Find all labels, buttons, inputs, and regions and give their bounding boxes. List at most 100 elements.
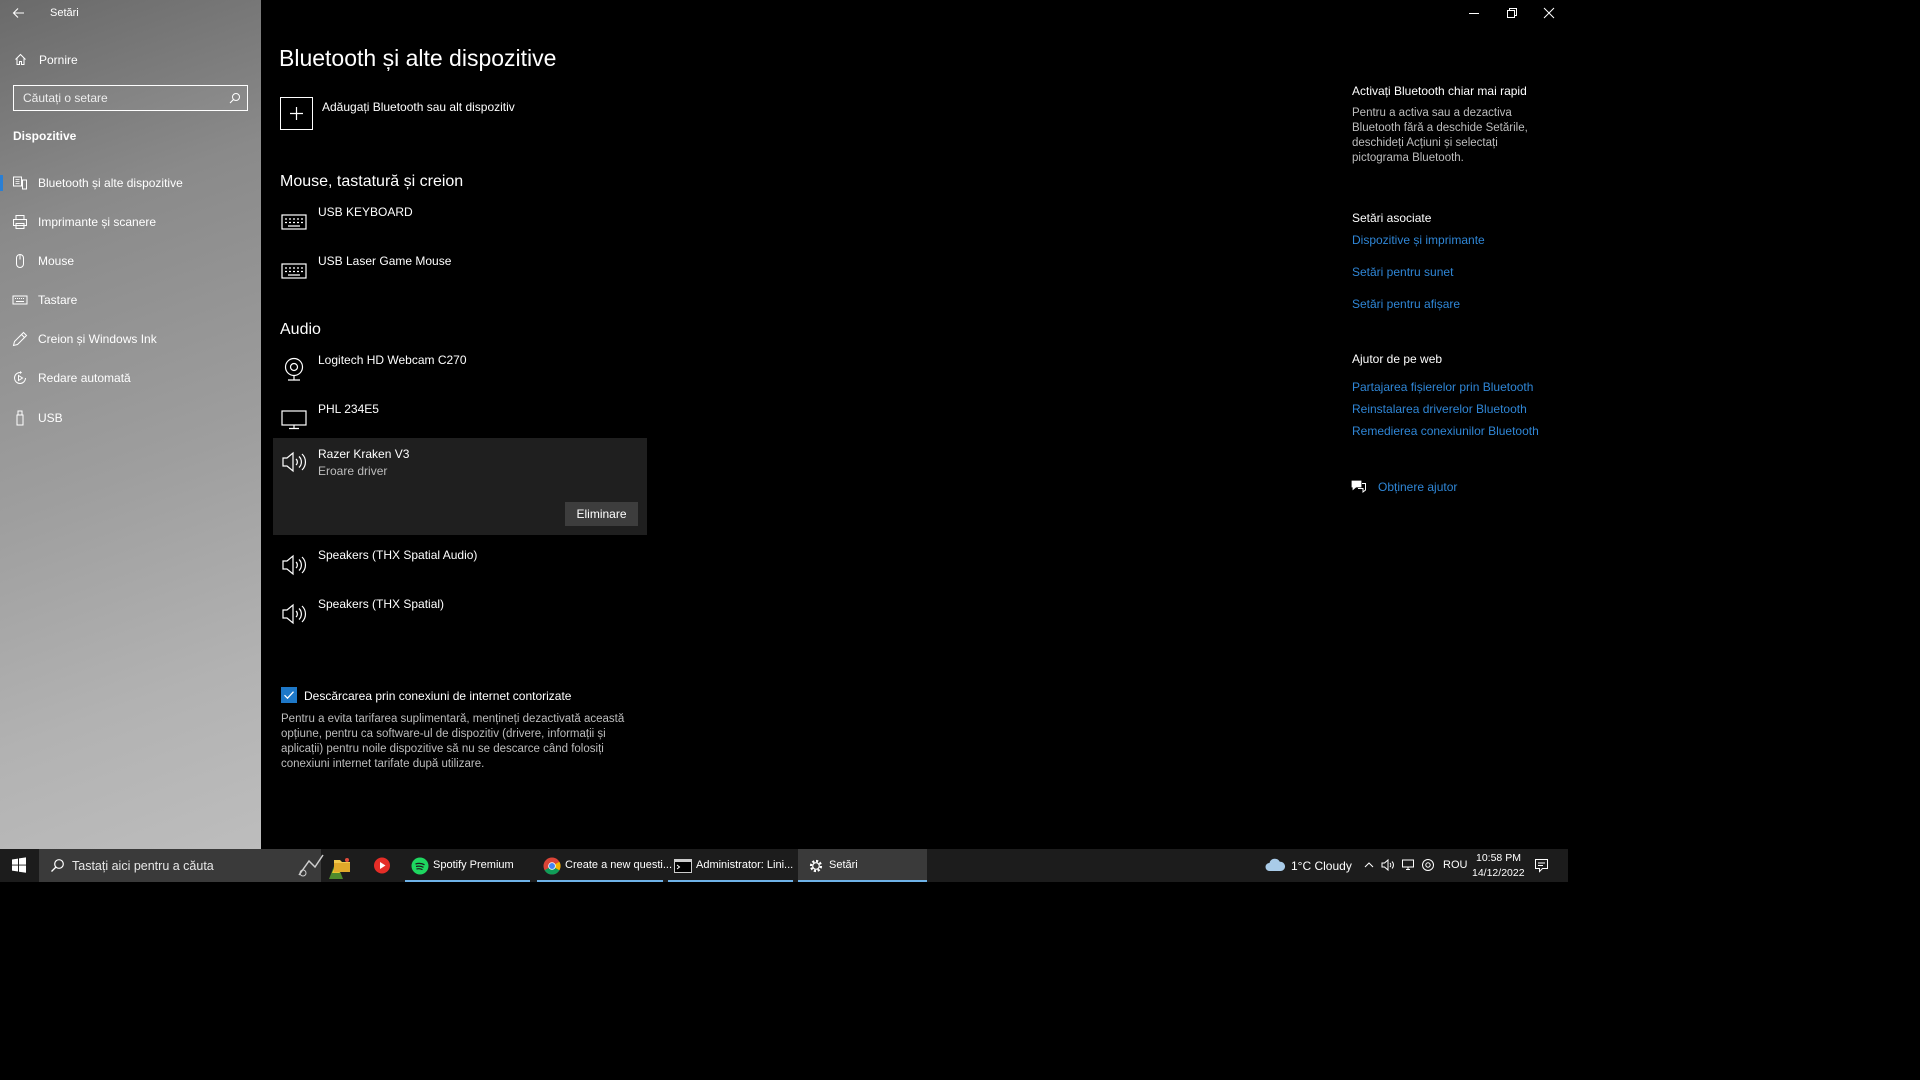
youtube-music-icon bbox=[374, 857, 390, 874]
sidebar-item-typing[interactable]: Tastare bbox=[0, 285, 261, 315]
file-explorer-button[interactable] bbox=[324, 849, 360, 882]
taskbar-search-box[interactable]: Tastați aici pentru a căuta bbox=[39, 849, 349, 882]
sidebar-item-pen[interactable]: Creion și Windows Ink bbox=[0, 324, 261, 354]
group-heading-audio: Audio bbox=[280, 321, 321, 338]
chrome-icon bbox=[543, 857, 561, 875]
home-icon bbox=[14, 53, 27, 66]
start-button[interactable] bbox=[0, 849, 38, 882]
volume-icon[interactable] bbox=[1381, 858, 1395, 872]
back-arrow-icon[interactable] bbox=[10, 4, 28, 22]
device-name: USB KEYBOARD bbox=[318, 205, 413, 219]
taskbar-app-settings[interactable]: Setări bbox=[798, 849, 927, 882]
sidebar-item-mouse[interactable]: Mouse bbox=[0, 246, 261, 276]
quick-bluetooth-heading: Activați Bluetooth chiar mai rapid bbox=[1352, 84, 1527, 98]
running-indicator bbox=[405, 880, 530, 882]
device-usb-mouse[interactable]: USB Laser Game Mouse bbox=[273, 250, 647, 294]
device-name: USB Laser Game Mouse bbox=[318, 254, 452, 268]
close-button[interactable] bbox=[1530, 0, 1568, 26]
device-name: Logitech HD Webcam C270 bbox=[318, 353, 467, 367]
notification-center-icon[interactable] bbox=[1534, 858, 1549, 873]
bluetooth-devices-icon bbox=[12, 175, 28, 191]
taskbar-app-chrome[interactable]: Create a new questi... bbox=[537, 849, 672, 882]
speaker-icon bbox=[281, 449, 307, 475]
weather-text[interactable]: 1°C Cloudy bbox=[1291, 859, 1352, 873]
add-device-label: Adăugați Bluetooth sau alt dispozitiv bbox=[322, 100, 515, 114]
sidebar-item-label: Bluetooth și alte dispozitive bbox=[38, 176, 183, 190]
metered-download-label: Descărcarea prin conexiuni de internet c… bbox=[304, 689, 572, 703]
spotify-icon bbox=[411, 857, 429, 875]
taskbar-app-label: Administrator: Lini... bbox=[696, 859, 794, 871]
link-fix-bluetooth-connections[interactable]: Remedierea conexiunilor Bluetooth bbox=[1352, 424, 1539, 438]
device-speakers-thx[interactable]: Speakers (THX Spatial) bbox=[273, 593, 647, 637]
taskbar-app-spotify[interactable]: Spotify Premium bbox=[405, 849, 530, 882]
gear-icon bbox=[807, 857, 825, 875]
device-webcam[interactable]: Logitech HD Webcam C270 bbox=[273, 349, 647, 393]
vpn-icon[interactable] bbox=[1421, 858, 1435, 872]
running-indicator bbox=[537, 880, 663, 882]
usb-icon bbox=[12, 410, 28, 426]
checkmark-icon bbox=[281, 687, 297, 703]
device-usb-keyboard[interactable]: USB KEYBOARD bbox=[273, 201, 647, 245]
clock-date[interactable]: 14/12/2022 bbox=[1472, 867, 1525, 879]
clock-time[interactable]: 10:58 PM bbox=[1476, 852, 1521, 864]
webcam-icon bbox=[281, 357, 307, 383]
sidebar-item-usb[interactable]: USB bbox=[0, 403, 261, 433]
autoplay-icon bbox=[12, 370, 28, 386]
link-share-files-bluetooth[interactable]: Partajarea fișierelor prin Bluetooth bbox=[1352, 380, 1533, 394]
taskbar-app-label: Setări bbox=[829, 859, 858, 871]
terminal-icon bbox=[674, 857, 692, 875]
device-status: Eroare driver bbox=[318, 464, 388, 478]
group-heading-input-devices: Mouse, tastatură și creion bbox=[280, 173, 464, 190]
sidebar-item-label: Imprimante și scanere bbox=[38, 215, 157, 229]
sidebar-item-bluetooth[interactable]: Bluetooth și alte dispozitive bbox=[0, 168, 261, 198]
remove-device-button[interactable]: Eliminare bbox=[565, 502, 638, 526]
weather-cloud-icon[interactable] bbox=[1264, 857, 1286, 873]
link-reinstall-bluetooth-drivers[interactable]: Reinstalarea driverelor Bluetooth bbox=[1352, 402, 1527, 416]
link-display-settings[interactable]: Setări pentru afișare bbox=[1352, 297, 1460, 311]
keyboard-icon bbox=[281, 209, 307, 235]
minimize-button[interactable] bbox=[1455, 0, 1493, 26]
sidebar-item-printers[interactable]: Imprimante și scanere bbox=[0, 207, 261, 237]
folder-icon bbox=[334, 860, 350, 872]
running-indicator bbox=[798, 880, 927, 882]
add-device-button[interactable]: Adăugați Bluetooth sau alt dispozitiv bbox=[280, 96, 600, 132]
printer-icon bbox=[12, 214, 28, 230]
chevron-up-icon[interactable] bbox=[1363, 859, 1375, 871]
windows-logo-icon bbox=[12, 857, 26, 873]
sidebar-item-autoplay[interactable]: Redare automată bbox=[0, 363, 261, 393]
device-speakers-thx-audio[interactable]: Speakers (THX Spatial Audio) bbox=[273, 544, 647, 588]
taskbar-search-placeholder: Tastați aici pentru a căuta bbox=[72, 859, 214, 873]
taskbar-app-label: Spotify Premium bbox=[433, 859, 514, 871]
plus-icon bbox=[280, 97, 313, 130]
minimize-icon bbox=[1469, 13, 1479, 14]
device-name: Razer Kraken V3 bbox=[318, 447, 410, 461]
section-title: Dispozitive bbox=[13, 129, 77, 143]
restore-button[interactable] bbox=[1493, 0, 1531, 26]
taskbar-app-label: Create a new questi... bbox=[565, 859, 673, 871]
restore-icon bbox=[1507, 8, 1517, 18]
device-name: Speakers (THX Spatial Audio) bbox=[318, 548, 478, 562]
link-devices-printers[interactable]: Dispozitive și imprimante bbox=[1352, 233, 1485, 247]
running-indicator bbox=[668, 880, 793, 882]
keyboard-icon bbox=[281, 258, 307, 284]
web-help-heading: Ajutor de pe web bbox=[1352, 352, 1443, 366]
sidebar-item-label: Redare automată bbox=[38, 371, 131, 385]
mouse-icon bbox=[12, 253, 28, 269]
home-nav-item[interactable]: Pornire bbox=[0, 48, 261, 72]
get-help-label: Obținere ajutor bbox=[1378, 480, 1458, 494]
device-razer-kraken[interactable]: Razer Kraken V3 Eroare driver Eliminare bbox=[273, 438, 647, 535]
network-icon[interactable] bbox=[1401, 858, 1415, 872]
taskbar: Tastați aici pentru a căuta Spotify Prem… bbox=[0, 849, 1568, 882]
media-player-button[interactable] bbox=[364, 849, 400, 882]
metered-download-description: Pentru a evita tarifarea suplimentară, m… bbox=[281, 713, 625, 770]
device-monitor[interactable]: PHL 234E5 bbox=[273, 398, 647, 442]
sidebar-item-label: USB bbox=[38, 411, 63, 425]
input-language[interactable]: ROU bbox=[1443, 859, 1467, 871]
search-icon[interactable] bbox=[229, 92, 241, 104]
settings-search-input[interactable] bbox=[14, 86, 224, 110]
speaker-icon bbox=[281, 601, 307, 627]
taskbar-app-terminal[interactable]: Administrator: Lini... bbox=[668, 849, 793, 882]
link-sound-settings[interactable]: Setări pentru sunet bbox=[1352, 265, 1453, 279]
chat-help-icon bbox=[1350, 478, 1368, 496]
device-name: Speakers (THX Spatial) bbox=[318, 597, 445, 611]
